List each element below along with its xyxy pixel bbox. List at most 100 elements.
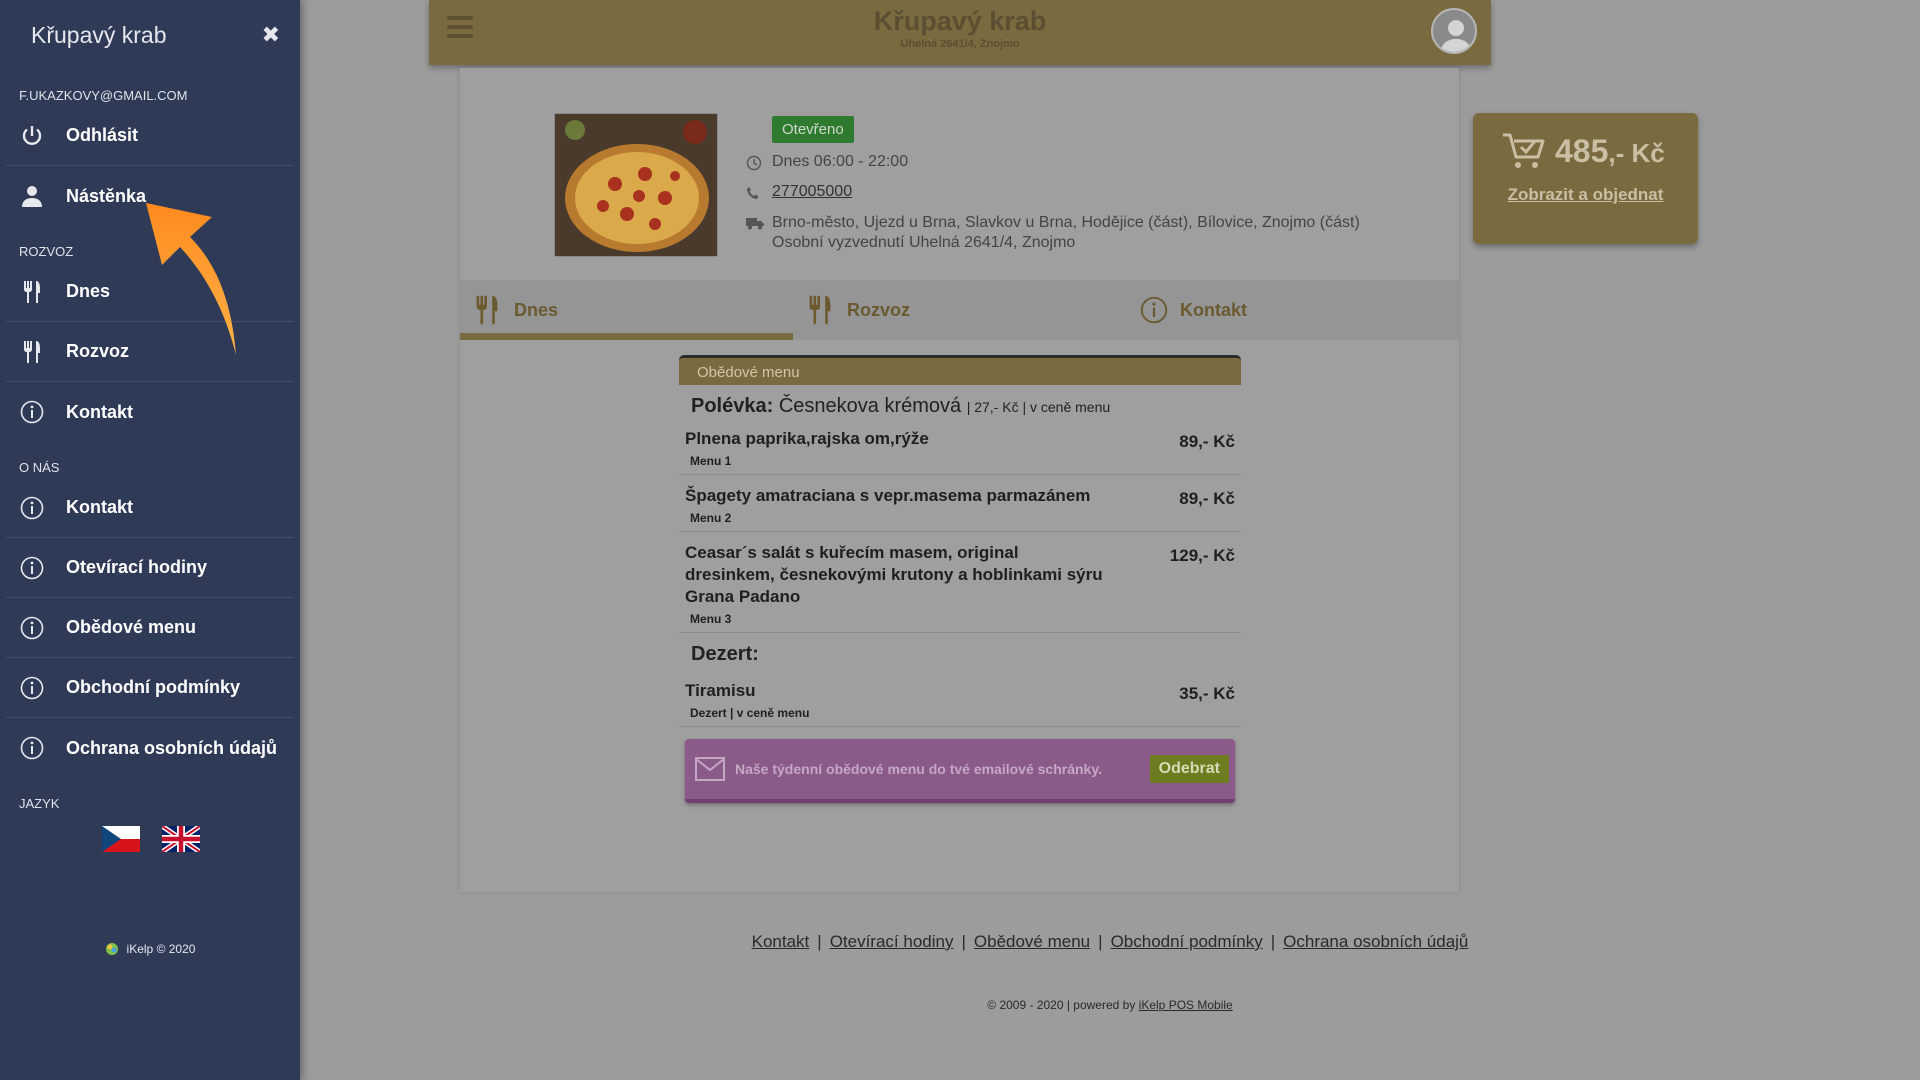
sidebar-item-lunch-menu[interactable]: Obědové menu: [6, 598, 294, 658]
dish-name: Plnena paprika,rajska om,rýže: [685, 429, 929, 448]
phone-row: 277005000: [746, 183, 1360, 203]
sidebar-item-label: Nástěnka: [66, 185, 147, 206]
dessert-label: Dezert:: [691, 643, 759, 665]
delivery-areas: Brno-město, Ujezd u Brna, Slavkov u Brna…: [772, 214, 1360, 231]
copyright: © 2009 - 2020 | powered by iKelp POS Mob…: [300, 998, 1920, 1012]
sidebar-item-label: Obchodní podmínky: [66, 677, 240, 697]
envelope-icon: [695, 757, 725, 781]
info-icon: [18, 554, 46, 582]
status-badge: Otevřeno: [772, 116, 854, 143]
sidebar-title: Křupavý krab: [31, 21, 167, 48]
footer-link-privacy[interactable]: Ochrana osobních údajů: [1283, 932, 1468, 951]
dish-price: 129,- Kč: [1169, 546, 1235, 565]
phone-icon: [746, 183, 772, 203]
ikelp-logo-icon: [105, 943, 118, 955]
cart-icon: [1503, 133, 1545, 168]
top-bar: Křupavý krab Uhelná 2641/4, Znojmo: [429, 0, 1491, 65]
delivery-row: Brno-město, Ujezd u Brna, Slavkov u Brna…: [746, 213, 1360, 253]
sidebar-item-label: Obědové menu: [66, 617, 197, 637]
sidebar-item-contact[interactable]: Kontakt: [6, 382, 294, 442]
user-icon: [18, 182, 46, 210]
cart-currency: ,- Kč: [1608, 137, 1665, 168]
dish-price: 35,- Kč: [1179, 684, 1235, 703]
dish-name: Špagety amatraciana s vepr.masema parmaz…: [685, 486, 1091, 505]
powered-by-link[interactable]: iKelp POS Mobile: [1139, 998, 1233, 1012]
sidebar-item-hours[interactable]: Otevírací hodiny: [6, 538, 294, 598]
restaurant-info: Otevřeno Dnes 06:00 - 22:00 277005000 Br…: [746, 116, 1360, 253]
sidebar-item-terms[interactable]: Obchodní podmínky: [6, 658, 294, 718]
pointer-arrow-icon: [146, 203, 236, 355]
info-icon: [18, 674, 46, 702]
cart-widget: 485,- Kč Zobrazit a objednat: [1473, 113, 1698, 244]
opening-hours: Dnes 06:00 - 22:00: [772, 153, 909, 170]
language-switcher: [0, 814, 300, 852]
uk-flag-icon[interactable]: [162, 826, 200, 852]
info-icon: [18, 614, 46, 642]
list-item[interactable]: Plnena paprika,rajska om,rýže Menu 1 89,…: [679, 418, 1241, 475]
sidebar-header: Křupavý krab ✖: [0, 0, 300, 70]
tab-today[interactable]: Dnes: [460, 280, 793, 340]
list-item[interactable]: Špagety amatraciana s vepr.masema parmaz…: [679, 475, 1241, 532]
copyright-text: © 2009 - 2020 | powered by: [987, 998, 1136, 1012]
sidebar-item-privacy[interactable]: Ochrana osobních údajů: [6, 718, 294, 778]
cutlery-icon: [18, 278, 46, 306]
pickup-info: Osobní vyzvednutí Uhelná 2641/4, Znojmo: [772, 234, 1076, 251]
info-icon: [18, 734, 46, 762]
opening-hours-row: Dnes 06:00 - 22:00: [746, 153, 1360, 173]
dish-price: 89,- Kč: [1179, 489, 1235, 508]
cutlery-icon: [18, 338, 46, 366]
avatar[interactable]: [1431, 8, 1477, 54]
info-icon: [18, 398, 46, 426]
soup-row: Polévka: Česnekova krémová | 27,- Kč | v…: [679, 385, 1241, 418]
lunch-menu: Obědové menu Polévka: Česnekova krémová …: [679, 355, 1241, 803]
subscribe-button[interactable]: Odebrat: [1149, 755, 1229, 783]
sidebar-item-label: Rozvoz: [66, 341, 129, 361]
menu-header: Obědové menu: [679, 355, 1241, 385]
sidebar-item-label: Odhlásit: [66, 125, 139, 145]
czech-flag-icon[interactable]: [102, 826, 140, 852]
dish-sub: Menu 1: [690, 454, 732, 468]
view-and-order-link[interactable]: Zobrazit a objednat: [1473, 185, 1698, 205]
restaurant-photo: [554, 113, 718, 257]
tab-delivery[interactable]: Rozvoz: [793, 280, 1126, 340]
brand: Křupavý krab Uhelná 2641/4, Znojmo: [429, 6, 1491, 50]
power-icon: [18, 122, 46, 150]
dish-sub: Menu 2: [690, 511, 732, 525]
info-icon: [1140, 290, 1168, 330]
info-icon: [18, 494, 46, 522]
restaurant-name: Křupavý krab: [873, 6, 1047, 36]
sidebar-item-label: Ochrana osobních údajů: [66, 737, 278, 758]
soup-meta: | 27,- Kč | v ceně menu: [966, 399, 1111, 415]
close-icon[interactable]: ✖: [262, 22, 280, 48]
tab-label: Kontakt: [1180, 299, 1247, 320]
footer-link-hours[interactable]: Otevírací hodiny: [830, 932, 954, 951]
sidebar-copyright: iKelp © 2020: [126, 942, 196, 956]
footer-link-terms[interactable]: Obchodní podmínky: [1111, 932, 1263, 951]
cart-total-amount: 485: [1555, 132, 1609, 169]
section-language: JAZYK: [19, 796, 60, 811]
list-item[interactable]: Tiramisu Dezert | v ceně menu 35,- Kč: [679, 670, 1241, 727]
user-email: F.UKAZKOVY@GMAIL.COM: [19, 88, 188, 103]
dish-sub: Menu 3: [690, 612, 732, 626]
tab-contact[interactable]: Kontakt: [1126, 280, 1459, 340]
sidebar-item-about-contact[interactable]: Kontakt: [6, 478, 294, 538]
sidebar-item-label: Dnes: [66, 281, 111, 301]
dish-price: 89,- Kč: [1179, 432, 1235, 451]
tab-label: Rozvoz: [847, 299, 910, 320]
footer-link-contact[interactable]: Kontakt: [752, 932, 810, 951]
cart-total: 485,- Kč: [1555, 133, 1665, 170]
newsletter-text: Naše týdenní obědové menu do tvé emailov…: [735, 760, 1102, 777]
footer-link-lunch-menu[interactable]: Obědové menu: [974, 932, 1090, 951]
cutlery-icon: [474, 290, 502, 330]
restaurant-tabs: Dnes Rozvoz Kontakt: [460, 280, 1459, 340]
cutlery-icon: [807, 290, 835, 330]
sidebar-item-logout[interactable]: Odhlásit: [6, 106, 294, 166]
list-item[interactable]: Ceasar´s salát s kuřecím masem, original…: [679, 532, 1241, 633]
clock-icon: [746, 153, 772, 173]
sidebar-item-label: Kontakt: [66, 401, 133, 422]
sidebar-item-label: Kontakt: [66, 497, 133, 517]
phone-link[interactable]: 277005000: [772, 183, 852, 201]
dish-sub: Dezert | v ceně menu: [690, 706, 810, 720]
tab-label: Dnes: [514, 299, 559, 320]
newsletter-banner: Naše týdenní obědové menu do tvé emailov…: [685, 739, 1235, 803]
